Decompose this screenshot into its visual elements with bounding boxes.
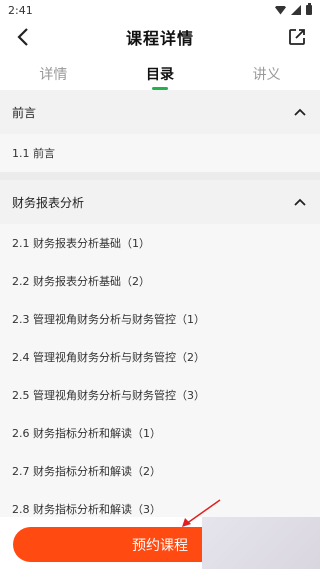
status-time: 2:41 bbox=[8, 3, 33, 17]
tab-catalog[interactable]: 目录 bbox=[107, 54, 214, 90]
share-button[interactable] bbox=[284, 24, 310, 50]
chevron-up-icon bbox=[292, 104, 308, 120]
wifi-icon bbox=[275, 5, 286, 15]
chevron-up-icon bbox=[292, 194, 308, 210]
list-item[interactable]: 2.7 财务指标分析和解读（2） bbox=[0, 452, 320, 490]
section-header-preface[interactable]: 前言 bbox=[0, 90, 320, 134]
list-item[interactable]: 1.1 前言 bbox=[0, 134, 320, 172]
list-item[interactable]: 2.4 管理视角财务分析与财务管控（2） bbox=[0, 338, 320, 376]
list-item[interactable]: 2.3 管理视角财务分析与财务管控（1） bbox=[0, 300, 320, 338]
section-title: 财务报表分析 bbox=[12, 195, 85, 210]
share-icon bbox=[289, 29, 305, 45]
tab-bar: 详情 目录 讲义 bbox=[0, 54, 320, 90]
list-item[interactable]: 2.2 财务报表分析基础（2） bbox=[0, 262, 320, 300]
section-header-financial-analysis[interactable]: 财务报表分析 bbox=[0, 180, 320, 224]
catalog-list: 前言 1.1 前言 财务报表分析 2.1 财务报表分析基础（1） 2.2 财务报… bbox=[0, 90, 320, 569]
status-bar: 2:41 bbox=[0, 0, 320, 20]
chevron-left-icon bbox=[17, 28, 28, 46]
page-title: 课程详情 bbox=[125, 29, 194, 48]
signal-icon bbox=[291, 5, 301, 15]
divider bbox=[0, 172, 320, 180]
overlay-image bbox=[202, 517, 320, 569]
tab-handouts[interactable]: 讲义 bbox=[213, 54, 320, 90]
battery-icon bbox=[306, 3, 312, 15]
header: 课程详情 bbox=[0, 20, 320, 54]
back-button[interactable] bbox=[10, 24, 36, 50]
list-item[interactable]: 2.5 管理视角财务分析与财务管控（3） bbox=[0, 376, 320, 414]
status-icons bbox=[275, 3, 312, 15]
tab-details[interactable]: 详情 bbox=[0, 54, 107, 90]
section-title: 前言 bbox=[12, 105, 37, 120]
list-item[interactable]: 2.1 财务报表分析基础（1） bbox=[0, 224, 320, 262]
bottom-bar: 预约课程 bbox=[0, 517, 320, 569]
list-item[interactable]: 2.6 财务指标分析和解读（1） bbox=[0, 414, 320, 452]
